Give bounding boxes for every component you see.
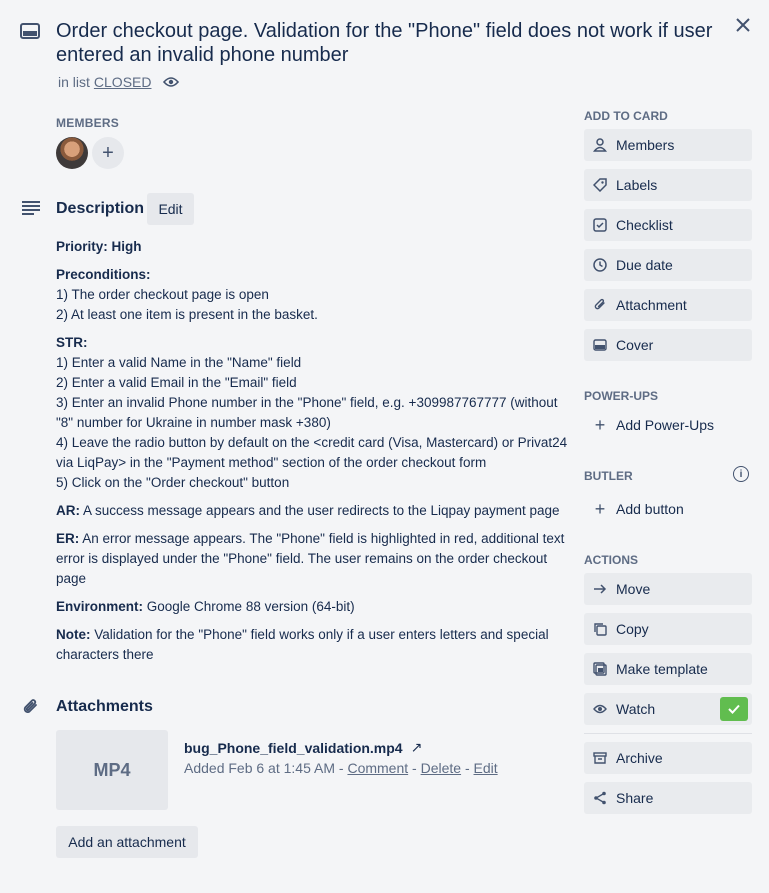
clock-icon <box>593 258 607 272</box>
list-name-link[interactable]: CLOSED <box>94 74 152 90</box>
avatar[interactable] <box>56 137 88 169</box>
share-button[interactable]: Share <box>584 782 752 814</box>
paperclip-icon <box>21 697 41 717</box>
actions-label: ACTIONS <box>584 553 638 567</box>
make-template-button-label: Make template <box>616 661 708 677</box>
move-button-label: Move <box>616 581 651 597</box>
add-attachment-button[interactable]: Add an attachment <box>56 826 198 858</box>
str-label: STR: <box>56 335 88 350</box>
labels-button-label: Labels <box>616 177 658 193</box>
checklist-button[interactable]: Checklist <box>584 209 752 241</box>
cover-icon <box>593 338 607 352</box>
attachment-file[interactable]: bug_Phone_field_validation.mp4 ↗ <box>184 739 422 756</box>
copy-icon <box>593 622 607 636</box>
attachment-thumbnail[interactable]: MP4 <box>56 730 168 810</box>
step-line: 1) Enter a valid Name in the "Name" fiel… <box>56 355 302 370</box>
due-date-button-label: Due date <box>616 257 673 273</box>
attachment-added: Added Feb 6 at 1:45 AM <box>184 760 335 776</box>
step-line: 2) Enter a valid Email in the "Email" fi… <box>56 375 297 390</box>
add-member-button[interactable]: + <box>92 137 124 169</box>
share-button-label: Share <box>616 790 654 806</box>
in-list-prefix: in list <box>58 74 90 90</box>
archive-button[interactable]: Archive <box>584 742 752 774</box>
step-line: 3) Enter an invalid Phone number in the … <box>56 395 558 430</box>
tag-icon <box>593 178 607 192</box>
members-button[interactable]: Members <box>584 129 752 161</box>
note-text: Validation for the "Phone" field works o… <box>56 627 549 662</box>
edit-link[interactable]: Edit <box>474 760 498 776</box>
precondition-line: 1) The order checkout page is open <box>56 287 269 302</box>
separator: - <box>461 760 474 776</box>
divider <box>584 733 752 734</box>
list-info: in list CLOSED <box>58 74 180 90</box>
environment-label: Environment: <box>56 599 144 614</box>
note-label: Note: <box>56 627 91 642</box>
add-button-label: Add button <box>616 501 684 517</box>
description-icon <box>21 200 41 216</box>
step-line: 5) Click on the "Order checkout" button <box>56 475 290 490</box>
add-to-card-label: ADD TO CARD <box>584 109 668 123</box>
power-ups-label: POWER-UPS <box>584 389 659 403</box>
members-label: MEMBERS <box>56 116 120 130</box>
make-template-button[interactable]: Make template <box>584 653 752 685</box>
step-line: 4) Leave the radio button by default on … <box>56 435 568 470</box>
info-icon[interactable]: i <box>733 466 749 482</box>
close-button[interactable] <box>730 12 756 38</box>
attachment-button-label: Attachment <box>616 297 687 313</box>
template-icon <box>593 662 607 676</box>
plus-icon: + <box>594 414 606 435</box>
er-text: An error message appears. The "Phone" fi… <box>56 531 565 586</box>
members-button-label: Members <box>616 137 675 153</box>
archive-icon <box>593 751 607 765</box>
butler-label: BUTLER <box>584 469 633 483</box>
close-icon <box>736 18 750 32</box>
description-body[interactable]: Priority: High Preconditions: 1) The ord… <box>56 237 571 673</box>
separator: - <box>335 760 348 776</box>
attachment-file-name[interactable]: bug_Phone_field_validation.mp4 <box>184 740 403 756</box>
er-label: ER: <box>56 531 80 546</box>
paperclip-icon <box>593 298 607 312</box>
precondition-line: 2) At least one item is present in the b… <box>56 307 318 322</box>
watch-button-label: Watch <box>616 701 656 717</box>
move-button[interactable]: Move <box>584 573 752 605</box>
ar-text: A success message appears and the user r… <box>80 503 560 518</box>
copy-button-label: Copy <box>616 621 649 637</box>
due-date-button[interactable]: Due date <box>584 249 752 281</box>
watching-check-icon[interactable] <box>720 697 748 721</box>
cover-button[interactable]: Cover <box>584 329 752 361</box>
separator: - <box>408 760 421 776</box>
archive-button-label: Archive <box>616 750 663 766</box>
plus-icon: + <box>594 498 606 519</box>
add-power-ups-label: Add Power-Ups <box>616 417 715 433</box>
cover-button-label: Cover <box>616 337 654 353</box>
arrow-right-icon <box>593 582 607 596</box>
copy-button[interactable]: Copy <box>584 613 752 645</box>
add-button-button[interactable]: + Add button <box>584 493 752 525</box>
add-power-ups-button[interactable]: + Add Power-Ups <box>584 409 752 441</box>
external-link-icon[interactable]: ↗ <box>411 739 423 756</box>
share-icon <box>593 791 607 805</box>
delete-link[interactable]: Delete <box>421 760 461 776</box>
card-title[interactable]: Order checkout page. Validation for the … <box>56 19 716 67</box>
watching-eye-icon <box>163 76 180 88</box>
eye-icon <box>593 702 607 716</box>
person-icon <box>593 138 607 152</box>
attachment-meta: Added Feb 6 at 1:45 AM - Comment - Delet… <box>184 760 498 776</box>
checkbox-icon <box>593 218 607 232</box>
ar-label: AR: <box>56 503 80 518</box>
labels-button[interactable]: Labels <box>584 169 752 201</box>
description-title: Description <box>56 200 145 217</box>
attachments-title: Attachments <box>56 698 153 715</box>
priority-text: Priority: High <box>56 239 142 254</box>
environment-text: Google Chrome 88 version (64-bit) <box>143 599 355 614</box>
comment-link[interactable]: Comment <box>347 760 408 776</box>
edit-description-button[interactable]: Edit <box>147 193 194 225</box>
checklist-button-label: Checklist <box>616 217 673 233</box>
attachment-button[interactable]: Attachment <box>584 289 752 321</box>
preconditions-label: Preconditions: <box>56 267 151 282</box>
card-icon <box>20 23 42 41</box>
